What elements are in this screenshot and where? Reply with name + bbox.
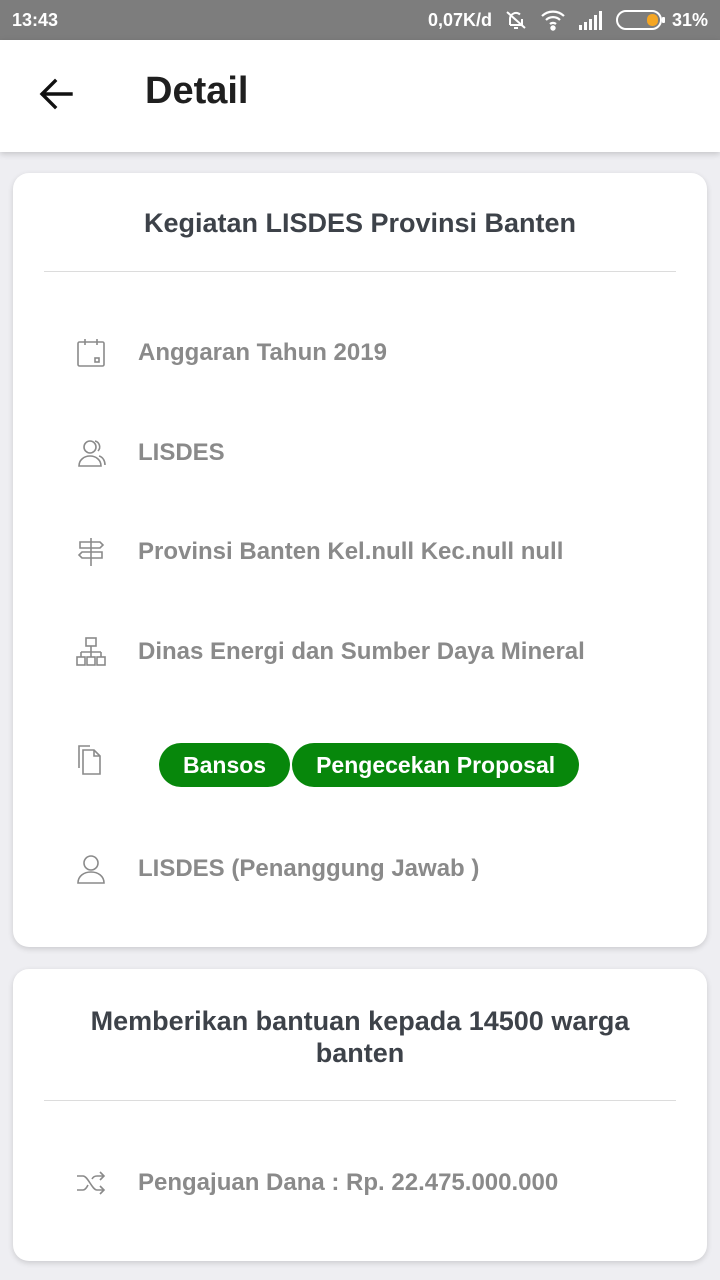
sitemap-icon xyxy=(73,634,109,670)
location-text: Provinsi Banten Kel.null Kec.null null xyxy=(138,538,564,565)
status-icons: 0,07K/d 31% xyxy=(428,8,708,32)
user-icon xyxy=(73,851,109,887)
calendar-icon xyxy=(73,335,109,371)
funding-text: Pengajuan Dana : Rp. 22.475.000.000 xyxy=(138,1169,559,1196)
status-bar: 13:43 0,07K/d 31% xyxy=(0,0,720,40)
signal-icon xyxy=(578,10,604,30)
documents-icon xyxy=(73,742,109,778)
back-arrow-icon xyxy=(38,78,74,115)
list-item-program: LISDES xyxy=(73,433,687,473)
app-bar: Detail xyxy=(0,40,720,152)
person-in-charge-text: LISDES (Penanggung Jawab ) xyxy=(138,855,480,882)
battery-icon xyxy=(615,9,666,31)
list-item-person-in-charge: LISDES (Penanggung Jawab ) xyxy=(73,849,687,889)
activity-detail-card: Kegiatan LISDES Provinsi Banten Anggaran… xyxy=(13,173,707,947)
signpost-icon xyxy=(73,534,109,570)
divider xyxy=(44,1100,676,1101)
list-item-funding: Pengajuan Dana : Rp. 22.475.000.000 xyxy=(73,1163,687,1203)
list-item-location: Provinsi Banten Kel.null Kec.null null xyxy=(73,532,687,572)
category-chips: Bansos Pengecekan Proposal xyxy=(159,743,580,787)
page-title: Detail xyxy=(145,70,249,112)
mute-icon xyxy=(504,8,528,32)
funding-card: Memberikan bantuan kepada 14500 warga ba… xyxy=(13,969,707,1261)
budget-year-text: Anggaran Tahun 2019 xyxy=(138,339,387,366)
battery-percent: 31% xyxy=(671,9,708,30)
agency-text: Dinas Energi dan Sumber Daya Mineral xyxy=(138,638,585,665)
card-title: Kegiatan LISDES Provinsi Banten xyxy=(143,208,577,238)
shuffle-icon xyxy=(73,1165,109,1201)
chip-bansos[interactable]: Bansos xyxy=(159,743,291,787)
network-speed: 0,07K/d xyxy=(427,9,492,30)
battery-indicator: 31% xyxy=(615,9,708,31)
program-text: LISDES xyxy=(138,439,225,466)
chip-pengecekan-proposal[interactable]: Pengecekan Proposal xyxy=(292,743,580,787)
card-title: Memberikan bantuan kepada 14500 warga ba… xyxy=(90,1006,630,1068)
list-item-budget-year: Anggaran Tahun 2019 xyxy=(73,333,687,373)
list-item-agency: Dinas Energi dan Sumber Daya Mineral xyxy=(73,632,687,672)
wifi-icon xyxy=(540,9,566,31)
list-item-categories: Bansos Pengecekan Proposal xyxy=(73,741,687,789)
back-button[interactable] xyxy=(36,76,76,116)
status-time: 13:43 xyxy=(12,9,59,30)
users-icon xyxy=(73,435,109,471)
divider xyxy=(44,271,676,272)
